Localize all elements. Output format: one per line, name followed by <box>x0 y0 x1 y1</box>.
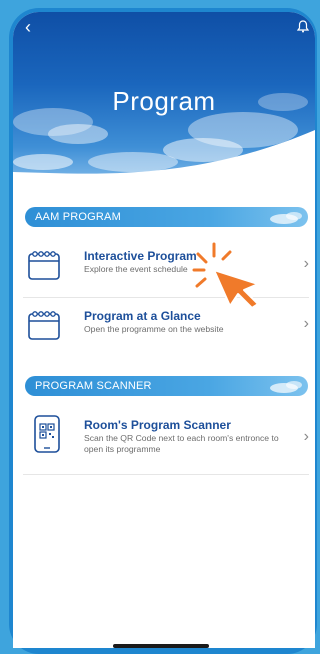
section-header-aam-program: AAM PROGRAM <box>25 207 308 227</box>
chevron-right-icon: › <box>303 315 309 332</box>
chevron-left-icon[interactable]: ‹ <box>25 18 31 36</box>
item-subtitle: Open the programme on the website <box>84 324 224 334</box>
app-screen: ‹ Program AAM PROGRAM Interactive Progra… <box>13 12 315 648</box>
list-item-program-at-a-glance[interactable]: Program at a Glance Open the programme o… <box>13 301 315 351</box>
home-indicator <box>113 644 209 648</box>
click-cursor-icon <box>192 242 259 308</box>
cloud-decoration <box>270 381 302 393</box>
cloud-decoration <box>270 212 302 224</box>
section-label: AAM PROGRAM <box>35 211 121 223</box>
item-title: Room's Program Scanner <box>84 418 231 432</box>
calendar-icon <box>28 251 60 280</box>
qr-phone-icon <box>34 415 60 453</box>
list-item-rooms-program-scanner[interactable]: Room's Program Scanner Scan the QR Code … <box>13 410 315 470</box>
item-subtitle: Scan the QR Code next to each room's ent… <box>84 433 279 454</box>
page-title: Program <box>112 86 216 116</box>
chevron-right-icon: › <box>303 255 309 272</box>
section-label: PROGRAM SCANNER <box>35 380 152 392</box>
divider <box>23 474 309 475</box>
item-title: Interactive Program <box>84 249 197 263</box>
divider <box>23 297 309 298</box>
item-title: Program at a Glance <box>84 309 201 323</box>
hero-banner: ‹ Program <box>13 12 315 192</box>
calendar-icon <box>28 311 60 340</box>
chevron-right-icon: › <box>303 428 309 445</box>
list-item-interactive-program[interactable]: Interactive Program Explore the event sc… <box>13 241 315 291</box>
section-header-program-scanner: PROGRAM SCANNER <box>25 376 308 396</box>
bell-icon[interactable] <box>297 20 309 33</box>
